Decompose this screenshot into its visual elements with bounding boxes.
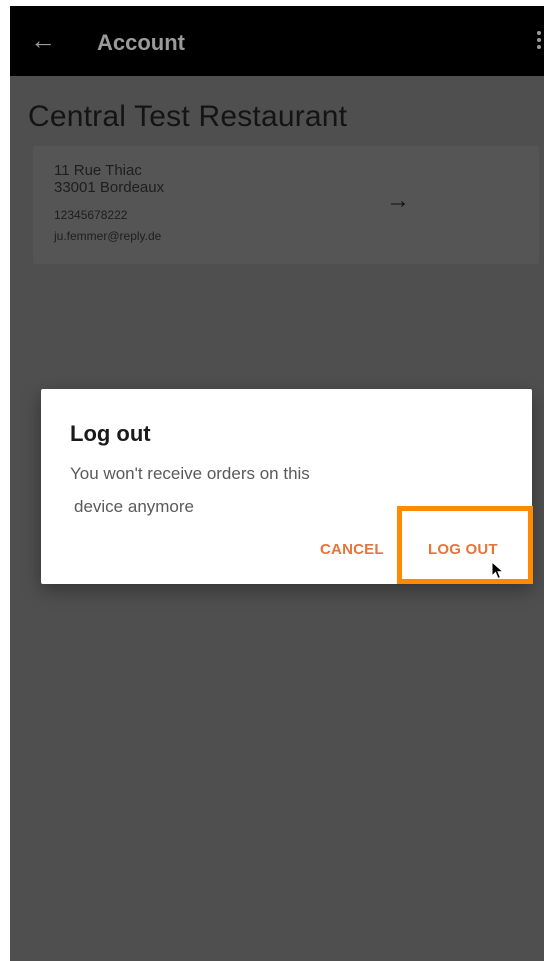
logout-highlight-box: [397, 506, 533, 584]
arrow-right-icon[interactable]: →: [386, 188, 412, 214]
address-city: 33001 Bordeaux: [54, 179, 165, 196]
app-bar: ← Account: [10, 6, 544, 76]
dialog-title: Log out: [70, 421, 151, 446]
restaurant-name: Central Test Restaurant: [28, 100, 348, 133]
address-street: 11 Rue Thiac: [54, 162, 142, 179]
phone-number: 12345678222: [54, 208, 128, 222]
dialog-message-line-2: device anymore: [74, 497, 195, 516]
mouse-pointer-icon: [491, 561, 505, 580]
cancel-button[interactable]: CANCEL: [320, 541, 384, 558]
phone-screen: ← Account Central Test Restaurant 11 Rue…: [10, 6, 544, 961]
more-vert-icon[interactable]: [534, 28, 544, 56]
dialog-message: You won't receive orders on this device …: [70, 457, 370, 523]
dialog-message-line-1: You won't receive orders on this: [70, 464, 310, 483]
arrow-left-icon[interactable]: ←: [30, 26, 56, 54]
app-bar-title: Account: [97, 30, 185, 55]
restaurant-info-card[interactable]: 11 Rue Thiac 33001 Bordeaux 12345678222 …: [33, 146, 539, 264]
email-address: ju.femmer@reply.de: [54, 229, 162, 243]
